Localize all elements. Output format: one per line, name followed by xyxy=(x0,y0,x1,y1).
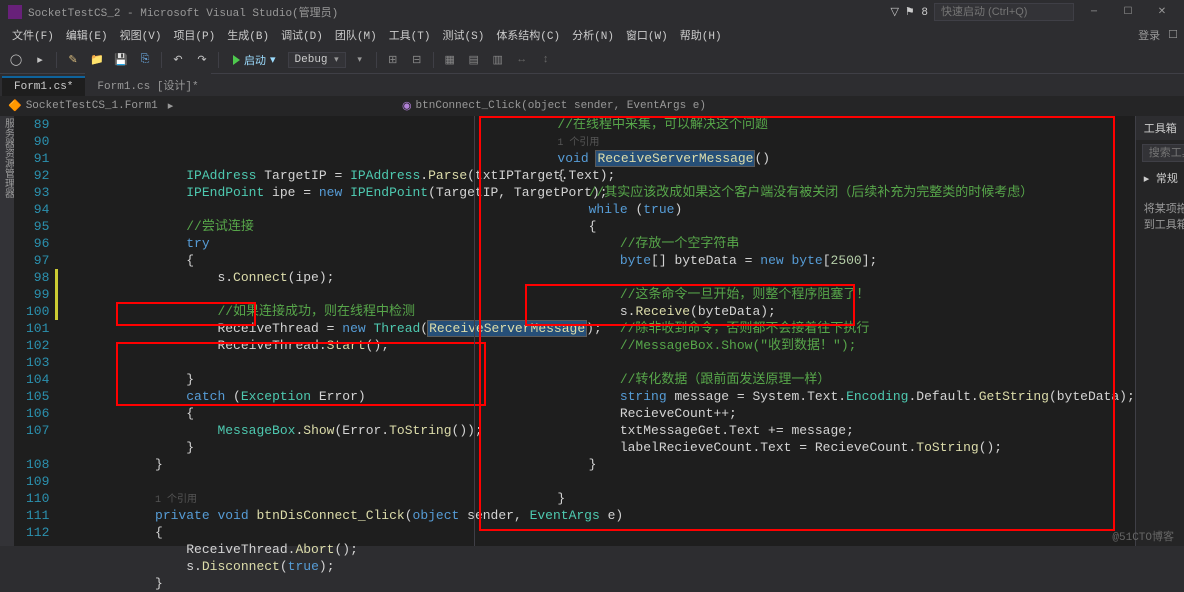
redo-icon[interactable]: ↷ xyxy=(192,50,212,70)
menu-item[interactable]: 文件(F) xyxy=(6,29,60,45)
breadcrumb: 🔶SocketTestCS_1.Form1 ▸ ◉btnConnect_Clic… xyxy=(0,96,1184,116)
vs-logo-icon xyxy=(8,5,22,19)
watermark: @51CTO博客 xyxy=(1112,528,1174,544)
window-title: SocketTestCS_2 - Microsoft Visual Studio… xyxy=(28,4,338,20)
toolbox-panel: 工具箱 ▾ 📌 ✕ ▸ 常规 将某项拖至此文本可将其添加到工具箱。 xyxy=(1135,116,1184,546)
tb-icon-7[interactable]: ↕ xyxy=(536,50,556,70)
main-area: 服务器资源管理器 8990919293949596979899100101102… xyxy=(0,116,1184,546)
menu-item[interactable]: 测试(S) xyxy=(437,29,491,45)
tb-icon-1[interactable]: ⊞ xyxy=(383,50,403,70)
save-icon[interactable]: 💾 xyxy=(111,50,131,70)
minimize-button[interactable]: ─ xyxy=(1080,7,1108,18)
menu-item[interactable]: 窗口(W) xyxy=(620,29,674,45)
login-link[interactable]: 登录 xyxy=(1138,27,1160,43)
toolbox-search-input[interactable] xyxy=(1142,144,1184,162)
nav-back-icon[interactable]: ◯ xyxy=(6,50,26,70)
breadcrumb-class[interactable]: 🔶SocketTestCS_1.Form1 xyxy=(8,99,158,113)
new-file-icon[interactable]: ✎ xyxy=(63,50,83,70)
menu-item[interactable]: 调试(D) xyxy=(275,29,329,45)
menu-item[interactable]: 工具(T) xyxy=(383,29,437,45)
menu-item[interactable]: 项目(P) xyxy=(167,29,221,45)
breadcrumb-method[interactable]: ◉btnConnect_Click(object sender, EventAr… xyxy=(402,99,706,113)
save-all-icon[interactable]: ⎘ xyxy=(135,50,155,70)
quick-launch-input[interactable] xyxy=(934,3,1074,21)
tb-icon-2[interactable]: ⊟ xyxy=(407,50,427,70)
line-gutter-left: 8990919293949596979899100101102103104105… xyxy=(14,116,57,546)
code-right[interactable]: //在线程中采集，可以解决这个问题 1 个引用 void ReceiveServ… xyxy=(475,116,1135,546)
open-icon[interactable]: 📁 xyxy=(87,50,107,70)
file-tab[interactable]: Form1.cs* xyxy=(2,76,85,96)
notification-flag-icon[interactable]: ⚑ 8 xyxy=(905,5,928,19)
editor-pane-right[interactable]: //在线程中采集，可以解决这个问题 1 个引用 void ReceiveServ… xyxy=(474,116,1135,546)
menu-item[interactable]: 编辑(E) xyxy=(60,29,114,45)
menu-item[interactable]: 分析(N) xyxy=(566,29,620,45)
user-icon[interactable]: ☐ xyxy=(1168,28,1178,42)
maximize-button[interactable]: ☐ xyxy=(1114,6,1142,18)
menu-item[interactable]: 体系结构(C) xyxy=(490,29,566,45)
launch-button[interactable]: 启动 ▾ xyxy=(225,50,284,70)
menu-item[interactable]: 团队(M) xyxy=(329,29,383,45)
editor-pane-left[interactable]: 8990919293949596979899100101102103104105… xyxy=(14,116,474,546)
toolbox-hint: 将某项拖至此文本可将其添加到工具箱。 xyxy=(1136,190,1184,242)
toolbox-header: 工具箱 ▾ 📌 ✕ xyxy=(1136,116,1184,140)
toolbox-section[interactable]: ▸ 常规 xyxy=(1136,166,1184,190)
config-dropdown[interactable]: Debug ▾ xyxy=(288,52,346,68)
tb-icon-3[interactable]: ▦ xyxy=(440,50,460,70)
menu-item[interactable]: 视图(V) xyxy=(114,29,168,45)
left-tool-strip[interactable]: 服务器资源管理器 xyxy=(0,116,14,546)
undo-icon[interactable]: ↶ xyxy=(168,50,188,70)
tb-icon-5[interactable]: ▥ xyxy=(488,50,508,70)
menubar: 文件(F)编辑(E)视图(V)项目(P)生成(B)调试(D)团队(M)工具(T)… xyxy=(0,24,1184,46)
titlebar: SocketTestCS_2 - Microsoft Visual Studio… xyxy=(0,0,1184,24)
editor-area: 8990919293949596979899100101102103104105… xyxy=(14,116,1135,546)
nav-fwd-icon[interactable]: ▸ xyxy=(30,50,50,70)
close-button[interactable]: ✕ xyxy=(1148,6,1176,18)
menu-item[interactable]: 生成(B) xyxy=(221,29,275,45)
notification-icon[interactable]: ▽ xyxy=(890,5,898,19)
menu-item[interactable]: 帮助(H) xyxy=(674,29,728,45)
file-tab[interactable]: Form1.cs [设计]* xyxy=(85,73,210,96)
file-tabs: Form1.cs*Form1.cs [设计]* xyxy=(0,74,1184,96)
toolbar: ◯ ▸ ✎ 📁 💾 ⎘ ↶ ↷ 启动 ▾ Debug ▾ ▾ ⊞ ⊟ ▦ ▤ ▥… xyxy=(0,46,1184,74)
tb-icon-6[interactable]: ↔ xyxy=(512,50,532,70)
tb-icon-4[interactable]: ▤ xyxy=(464,50,484,70)
